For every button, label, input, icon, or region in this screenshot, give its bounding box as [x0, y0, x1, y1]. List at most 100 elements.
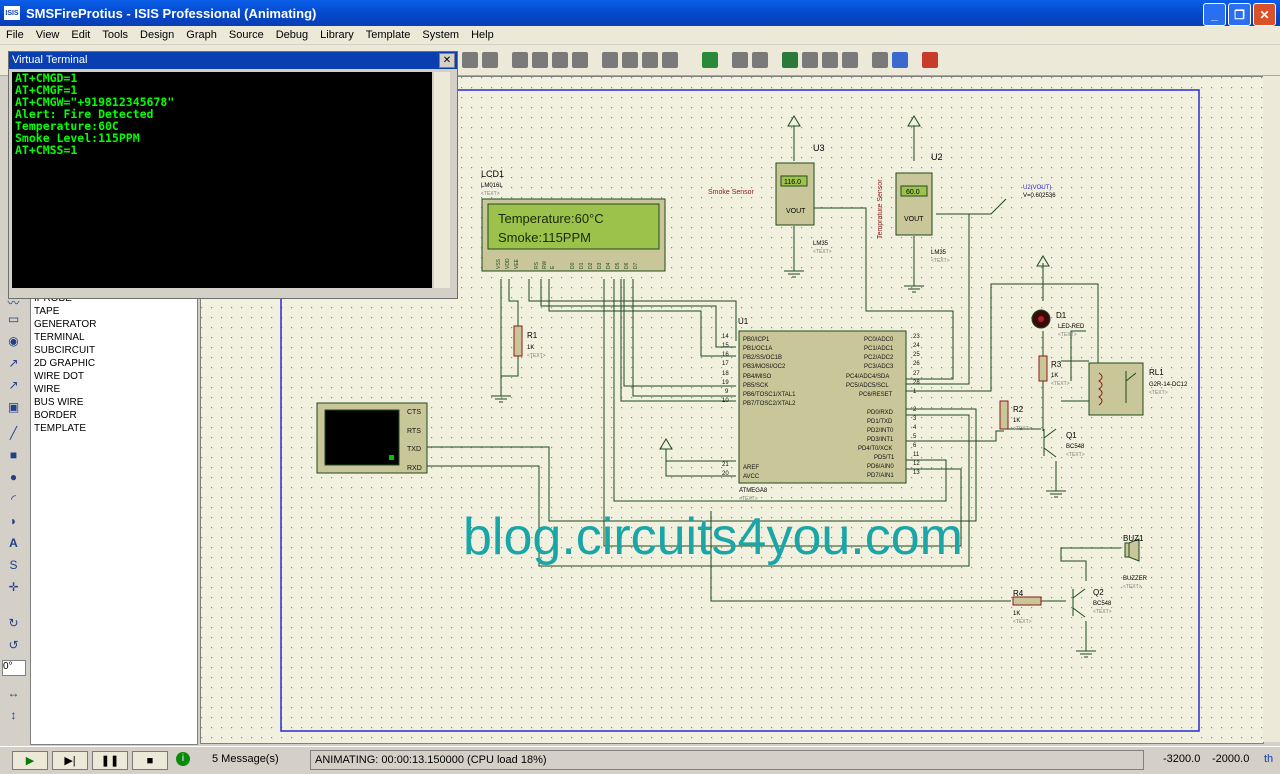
- q2-ref: Q2: [1093, 588, 1104, 597]
- info-icon[interactable]: i: [176, 752, 190, 766]
- u1-pin-label: AVCC: [743, 474, 760, 480]
- box-icon[interactable]: ■: [5, 446, 22, 463]
- tape-recorder-icon[interactable]: ▭: [5, 310, 22, 327]
- circle-icon[interactable]: ●: [5, 468, 22, 485]
- list-item[interactable]: BORDER: [31, 409, 197, 422]
- marker-icon[interactable]: ✛: [5, 578, 22, 595]
- menu-help[interactable]: Help: [465, 29, 500, 41]
- ares-netlist-icon[interactable]: [922, 52, 938, 68]
- decompose-icon[interactable]: [662, 52, 678, 68]
- restore-button[interactable]: ❐: [1228, 3, 1251, 26]
- goto-sheet-icon[interactable]: [822, 52, 838, 68]
- menu-debug[interactable]: Debug: [270, 29, 314, 41]
- search-tag-icon[interactable]: [732, 52, 748, 68]
- u1-pin-number: 27: [913, 371, 920, 377]
- u1-pin-label: PD4/T0/XCK: [858, 446, 892, 452]
- block-rotate-icon[interactable]: [552, 52, 568, 68]
- rotation-angle-field[interactable]: 0°: [2, 660, 26, 676]
- menu-file[interactable]: File: [0, 29, 30, 41]
- new-sheet-icon[interactable]: [782, 52, 798, 68]
- mirror-horizontal-icon[interactable]: ↔: [5, 684, 22, 701]
- stop-button[interactable]: ■: [132, 751, 168, 770]
- r2-ref: R2: [1013, 405, 1024, 414]
- property-tool-icon[interactable]: [752, 52, 768, 68]
- list-item[interactable]: WIRE: [31, 383, 197, 396]
- u1-pin-number: 10: [722, 398, 729, 404]
- rotate-anticlockwise-icon[interactable]: ↺: [5, 636, 22, 653]
- list-item[interactable]: TEMPLATE: [31, 422, 197, 435]
- line-icon[interactable]: ╱: [5, 424, 22, 441]
- isis-app-icon[interactable]: ISIS: [4, 6, 20, 20]
- terminal-line: AT+CMGD=1: [15, 71, 78, 85]
- list-item[interactable]: SUBCIRCUIT: [31, 344, 197, 357]
- text-icon[interactable]: A: [5, 534, 22, 551]
- list-item[interactable]: TERMINAL: [31, 331, 197, 344]
- virtual-terminal-window[interactable]: Virtual Terminal ✕ AT+CMGD=1 AT+CMGF=1 A…: [8, 51, 458, 299]
- u1-pin-label: PC3/ADC3: [864, 364, 894, 370]
- list-item[interactable]: 2D GRAPHIC: [31, 357, 197, 370]
- probe-name: U2(VOUT): [1023, 185, 1051, 191]
- rotate-clockwise-icon[interactable]: ↻: [5, 614, 22, 631]
- make-device-icon[interactable]: [622, 52, 638, 68]
- virtual-terminal-close-button[interactable]: ✕: [439, 53, 455, 68]
- list-item[interactable]: WIRE DOT: [31, 370, 197, 383]
- pause-button[interactable]: ❚❚: [92, 751, 128, 770]
- vertical-scrollbar[interactable]: [1263, 76, 1280, 742]
- stop-icon: ■: [146, 754, 154, 767]
- play-button[interactable]: ▶: [12, 751, 48, 770]
- menu-graph[interactable]: Graph: [180, 29, 223, 41]
- list-item[interactable]: BUS WIRE: [31, 396, 197, 409]
- u2-display: 60.0: [906, 189, 920, 196]
- terminal-scrollbar[interactable]: [434, 72, 450, 288]
- menu-tools[interactable]: Tools: [96, 29, 134, 41]
- voltage-probe-icon[interactable]: ↗: [5, 354, 22, 371]
- zoom-child-icon[interactable]: [842, 52, 858, 68]
- close-button[interactable]: ✕: [1253, 3, 1276, 26]
- buz1-part: BUZZER: [1123, 576, 1148, 582]
- copy-icon[interactable]: [462, 52, 478, 68]
- step-button[interactable]: ▶|: [52, 751, 88, 770]
- u1-pin-label: PC2/ADC2: [864, 355, 894, 361]
- generator-icon[interactable]: ◉: [5, 332, 22, 349]
- package-tool-icon[interactable]: [642, 52, 658, 68]
- symbol-icon[interactable]: S: [5, 556, 22, 573]
- animation-status: ANIMATING: 00:00:13.150000 (CPU load 18%…: [310, 750, 1144, 770]
- u1-pin-number: 23: [913, 334, 920, 340]
- path-icon[interactable]: ◗: [5, 512, 22, 529]
- list-item[interactable]: TAPE: [31, 305, 197, 318]
- menu-design[interactable]: Design: [134, 29, 180, 41]
- wire-autorouter-icon[interactable]: [702, 52, 718, 68]
- bill-of-materials-icon[interactable]: [872, 52, 888, 68]
- current-probe-icon[interactable]: ↗: [5, 376, 22, 393]
- mirror-vertical-icon[interactable]: ↕: [5, 706, 22, 723]
- menu-library[interactable]: Library: [314, 29, 360, 41]
- block-move-icon[interactable]: [532, 52, 548, 68]
- pick-device-icon[interactable]: [602, 52, 618, 68]
- mode-list[interactable]: IPROBE TAPE GENERATOR TERMINAL SUBCIRCUI…: [30, 291, 198, 745]
- paste-icon[interactable]: [482, 52, 498, 68]
- block-copy-icon[interactable]: [512, 52, 528, 68]
- menu-system[interactable]: System: [416, 29, 465, 41]
- menu-edit[interactable]: Edit: [65, 29, 96, 41]
- rl1-text-tag: <TEXT>: [1149, 390, 1168, 396]
- electrical-rules-check-icon[interactable]: [892, 52, 908, 68]
- minimize-button[interactable]: _: [1203, 3, 1226, 26]
- microcontroller-u1[interactable]: U1 ATMEGA8 <TEXT> PB0/ICP1 PB1/OC1A PB2/…: [722, 317, 920, 502]
- terminal-screen[interactable]: AT+CMGD=1 AT+CMGF=1 AT+CMGW="+9198123456…: [12, 72, 432, 288]
- menu-template[interactable]: Template: [360, 29, 417, 41]
- menu-source[interactable]: Source: [223, 29, 270, 41]
- messages-count[interactable]: 5 Message(s): [212, 753, 279, 765]
- menu-view[interactable]: View: [30, 29, 66, 41]
- remove-sheet-icon[interactable]: [802, 52, 818, 68]
- q1-text-tag: <TEXT>: [1066, 452, 1085, 458]
- r3-ref: R3: [1051, 360, 1062, 369]
- serial-port-instrument[interactable]: CTS RTS TXD RXD: [316, 402, 428, 474]
- list-item[interactable]: GENERATOR: [31, 318, 197, 331]
- block-delete-icon[interactable]: [572, 52, 588, 68]
- arc-icon[interactable]: ◜: [5, 490, 22, 507]
- u3-vout: VOUT: [786, 208, 806, 215]
- u1-pin-number: 21: [722, 462, 729, 468]
- virtual-instruments-icon[interactable]: ▣: [5, 398, 22, 415]
- lcd-pin-label: D5: [615, 262, 621, 269]
- lcd-pin-label: D3: [597, 262, 603, 269]
